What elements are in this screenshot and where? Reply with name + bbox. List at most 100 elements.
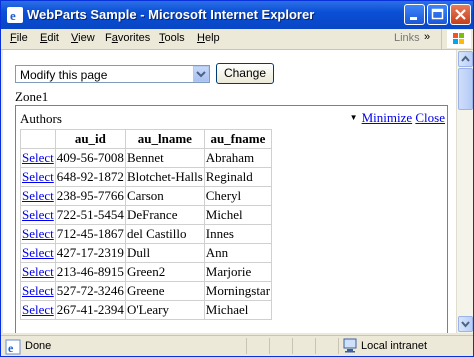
au-fname-cell: Cheryl <box>203 186 273 206</box>
minimize-icon <box>410 17 417 20</box>
security-zone-pane: Local intranet <box>338 338 473 354</box>
table-row: Select 409-56-7008 Bennet Abraham <box>20 148 273 168</box>
au-lname-cell: O'Leary <box>124 300 205 320</box>
select-link[interactable]: Select <box>22 207 54 222</box>
authors-grid: au_id au_lname au_fname Select 409-56-700… <box>20 129 273 320</box>
title-bar: e WebParts Sample - Microsoft Internet E… <box>1 1 473 29</box>
zone-text: Local intranet <box>361 340 428 352</box>
grid-header-row: au_id au_lname au_fname <box>20 129 273 149</box>
chevron-down-icon <box>196 71 206 78</box>
display-mode-select[interactable]: Modify this page <box>15 65 210 83</box>
chevron-down-icon <box>461 321 470 328</box>
table-row: Select 648-92-1872 Blotchet-Halls Reginald <box>20 167 273 187</box>
webpart-zone: Authors ▼ Minimize Close au_id au_lname a… <box>15 105 448 333</box>
chevron-up-icon <box>461 55 470 62</box>
column-header-au-lname: au_lname <box>124 129 205 149</box>
au-id-cell: 648-92-1872 <box>54 167 126 187</box>
window-title: WebParts Sample - Microsoft Internet Exp… <box>27 7 315 22</box>
table-row: Select 712-45-1867 del Castillo Innes <box>20 224 273 244</box>
status-pane <box>246 338 268 354</box>
au-id-cell: 712-45-1867 <box>54 224 126 244</box>
status-text: Done <box>25 340 52 352</box>
select-link[interactable]: Select <box>22 283 54 298</box>
au-id-cell: 427-17-2319 <box>54 243 126 263</box>
status-bar: e Done Local intranet <box>1 335 473 356</box>
page-done-icon: e <box>5 339 21 355</box>
display-mode-value: Modify this page <box>20 68 108 82</box>
svg-text:e: e <box>8 341 14 355</box>
minimize-link[interactable]: Minimize <box>362 110 413 125</box>
browser-window: e WebParts Sample - Microsoft Internet E… <box>0 0 474 357</box>
table-row: Select 527-72-3246 Greene Morningstar <box>20 281 273 301</box>
links-chevron-icon[interactable]: » <box>424 31 430 43</box>
au-fname-cell: Innes <box>203 224 273 244</box>
webpart-title: Authors <box>20 111 62 126</box>
menu-help[interactable]: Help <box>197 32 220 44</box>
menu-edit[interactable]: Edit <box>40 32 59 44</box>
au-id-cell: 409-56-7008 <box>54 148 126 168</box>
vertical-scrollbar[interactable] <box>456 50 473 333</box>
select-link[interactable]: Select <box>22 245 54 260</box>
au-id-cell: 213-46-8915 <box>54 262 126 282</box>
select-link[interactable]: Select <box>22 302 54 317</box>
au-fname-cell: Marjorie <box>203 262 273 282</box>
au-id-cell: 722-51-5454 <box>54 205 126 225</box>
windows-logo-icon <box>447 30 471 48</box>
select-link[interactable]: Select <box>22 169 54 184</box>
close-link[interactable]: Close <box>415 110 445 125</box>
svg-text:e: e <box>10 8 16 23</box>
scroll-up-button[interactable] <box>458 51 473 67</box>
table-row: Select 267-41-2394 O'Leary Michael <box>20 300 273 320</box>
links-label[interactable]: Links <box>394 32 420 44</box>
scroll-thumb[interactable] <box>458 68 473 110</box>
table-row: Select 238-95-7766 Carson Cheryl <box>20 186 273 206</box>
select-link[interactable]: Select <box>22 226 54 241</box>
status-pane <box>292 338 314 354</box>
menu-separator <box>441 29 442 49</box>
ie-app-icon[interactable]: e <box>7 7 23 23</box>
select-link[interactable]: Select <box>22 150 54 165</box>
menu-view[interactable]: View <box>71 32 95 44</box>
au-fname-cell: Michel <box>203 205 273 225</box>
au-lname-cell: Dull <box>124 243 205 263</box>
au-fname-cell: Michael <box>203 300 273 320</box>
table-row: Select 213-46-8915 Green2 Marjorie <box>20 262 273 282</box>
au-fname-cell: Ann <box>203 243 273 263</box>
minimize-window-button[interactable] <box>404 4 425 25</box>
scroll-down-button[interactable] <box>458 316 473 332</box>
au-lname-cell: del Castillo <box>124 224 205 244</box>
au-lname-cell: Green2 <box>124 262 205 282</box>
change-button[interactable]: Change <box>216 63 274 84</box>
verbs-menu-arrow-icon[interactable]: ▼ <box>350 113 358 122</box>
au-lname-cell: Bennet <box>124 148 205 168</box>
dropdown-button[interactable] <box>193 66 209 82</box>
column-header-au-fname: au_fname <box>203 129 273 149</box>
menu-tools[interactable]: Tools <box>159 32 185 44</box>
table-row: Select 427-17-2319 Dull Ann <box>20 243 273 263</box>
column-header-au-id: au_id <box>54 129 126 149</box>
au-lname-cell: DeFrance <box>124 205 205 225</box>
table-row: Select 722-51-5454 DeFrance Michel <box>20 205 273 225</box>
maximize-window-button[interactable] <box>427 4 448 25</box>
au-fname-cell: Morningstar <box>203 281 273 301</box>
au-id-cell: 527-72-3246 <box>54 281 126 301</box>
select-link[interactable]: Select <box>22 264 54 279</box>
maximize-icon <box>431 8 444 20</box>
webpart-verbs: ▼ Minimize Close <box>350 110 445 126</box>
select-link[interactable]: Select <box>22 188 54 203</box>
menu-favorites[interactable]: Favorites <box>105 32 150 44</box>
menu-file[interactable]: File <box>10 32 28 44</box>
intranet-zone-icon <box>343 338 357 353</box>
zone-label: Zone1 <box>15 89 49 104</box>
au-fname-cell: Abraham <box>203 148 273 168</box>
status-pane <box>269 338 291 354</box>
au-lname-cell: Carson <box>124 186 205 206</box>
status-pane <box>315 338 337 354</box>
au-lname-cell: Greene <box>124 281 205 301</box>
close-window-button[interactable] <box>450 4 471 25</box>
page-content: Modify this page Change Zone1 Authors ▼ M… <box>3 50 456 333</box>
au-fname-cell: Reginald <box>203 167 273 187</box>
close-icon <box>455 9 466 20</box>
column-header-select <box>20 129 56 149</box>
au-id-cell: 238-95-7766 <box>54 186 126 206</box>
